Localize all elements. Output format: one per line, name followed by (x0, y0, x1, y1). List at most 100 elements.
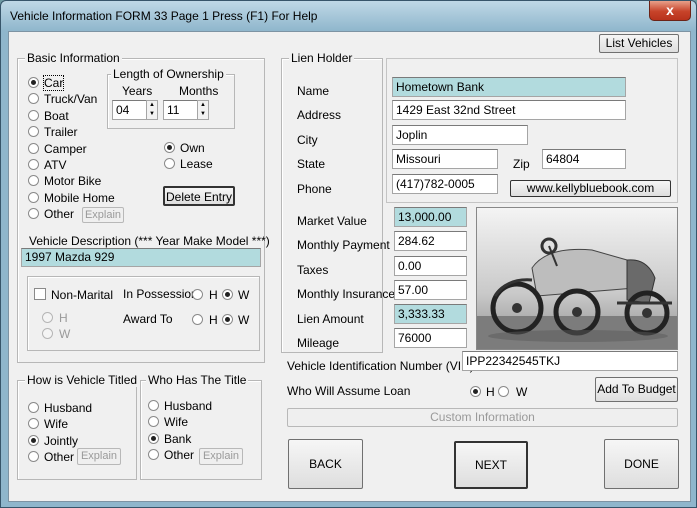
assume-loan-h-radio[interactable] (470, 386, 481, 397)
kelly-blue-book-link-button[interactable]: www.kellybluebook.com (510, 180, 671, 197)
lien-city-input[interactable]: Joplin (392, 125, 528, 145)
non-marital-w-label: W (59, 327, 71, 341)
close-icon: x (666, 2, 674, 18)
assume-loan-w-label: W (516, 385, 528, 399)
holder-radio-other[interactable] (148, 448, 159, 460)
taxes-input[interactable]: 0.00 (394, 256, 467, 276)
lien-amount-input[interactable]: 3,333.33 (394, 304, 467, 324)
title-bar: Vehicle Information FORM 33 Page 1 Press… (1, 1, 697, 31)
lien-phone-input[interactable]: (417)782-0005 (392, 174, 498, 194)
spin-down-icon: ▼ (200, 111, 206, 117)
non-marital-h-radio[interactable] (42, 312, 53, 323)
taxes-label: Taxes (297, 263, 329, 277)
list-vehicles-button[interactable]: List Vehicles (599, 34, 679, 53)
non-marital-checkbox[interactable] (34, 288, 46, 300)
spin-down-icon: ▼ (149, 111, 155, 117)
vehicle-type-radio-mobile-home[interactable] (28, 191, 39, 203)
next-button[interactable]: NEXT (454, 441, 528, 489)
assume-loan-w-radio[interactable] (498, 386, 509, 397)
titled-explain-button[interactable]: Explain (77, 448, 121, 465)
close-button[interactable]: x (649, 1, 691, 21)
basic-information-legend: Basic Information (25, 51, 122, 65)
in-possession-w-radio[interactable] (222, 289, 233, 300)
vehicle-type-label: Car (42, 75, 65, 91)
holder-label: Bank (164, 431, 192, 446)
address-label: Address (297, 108, 342, 122)
vehicle-type-radio-car[interactable] (28, 77, 39, 88)
lien-name-input[interactable]: Hometown Bank (392, 77, 626, 97)
mileage-input[interactable]: 76000 (394, 328, 467, 348)
spin-up-icon: ▲ (149, 102, 155, 108)
titled-label: Wife (44, 417, 68, 432)
lease-label: Lease (180, 157, 213, 171)
titled-label: Other (44, 449, 75, 464)
years-stepper[interactable]: ▲ ▼ (146, 100, 158, 120)
who-has-title-legend: Who Has The Title (146, 373, 249, 387)
lien-state-input[interactable]: Missouri (392, 149, 498, 169)
spin-up-icon: ▲ (200, 102, 206, 108)
how-titled-group (17, 380, 137, 480)
award-to-w-radio[interactable] (222, 314, 233, 325)
own-label: Own (180, 141, 205, 155)
non-marital-w-radio[interactable] (42, 328, 53, 339)
award-to-h-radio[interactable] (192, 314, 203, 325)
app-window: Vehicle Information FORM 33 Page 1 Press… (0, 0, 697, 508)
award-to-label: Award To (123, 312, 173, 326)
holder-explain-button[interactable]: Explain (199, 448, 243, 465)
vin-label: Vehicle Identification Number (VIN) (287, 359, 474, 373)
lien-address-input[interactable]: 1429 East 32nd Street (392, 100, 626, 120)
lien-amount-label: Lien Amount (297, 312, 364, 326)
titled-radio-jointly[interactable] (28, 434, 39, 446)
titled-radio-husband[interactable] (28, 402, 39, 413)
vehicle-description-input[interactable]: 1997 Mazda 929 (21, 248, 261, 267)
vehicle-type-label: Motor Bike (44, 174, 102, 189)
done-button[interactable]: DONE (604, 439, 679, 489)
assume-loan-h-label: H (486, 385, 495, 399)
lien-zip-input[interactable]: 64804 (542, 149, 626, 169)
own-radio[interactable] (164, 142, 175, 153)
form-body: List Vehicles Basic Information Explain … (8, 31, 691, 502)
years-input[interactable]: 04 (112, 100, 147, 120)
phone-label: Phone (297, 182, 332, 196)
vehicle-type-radio-camper[interactable] (28, 142, 39, 154)
state-label: State (297, 157, 326, 171)
custom-information-button[interactable]: Custom Information (287, 408, 678, 427)
titled-radio-other[interactable] (28, 450, 39, 462)
other-type-explain-button[interactable]: Explain (82, 207, 124, 223)
vehicle-type-radio-atv[interactable] (28, 159, 39, 170)
market-value-input[interactable]: 13,000.00 (394, 207, 467, 227)
city-label: City (297, 133, 318, 147)
in-possession-h-label: H (209, 288, 218, 302)
vehicle-type-label: Trailer (44, 125, 78, 140)
delete-entry-button[interactable]: Delete Entry (163, 186, 235, 206)
vehicle-type-radio-boat[interactable] (28, 109, 39, 121)
monthly-insurance-input[interactable]: 57.00 (394, 280, 467, 300)
zip-label: Zip (513, 157, 530, 171)
vin-input[interactable]: IPP22342545TKJ (462, 351, 678, 371)
add-to-budget-button[interactable]: Add To Budget (595, 377, 678, 402)
length-of-ownership-legend: Length of Ownership (111, 67, 226, 81)
vehicle-type-label: Camper (44, 141, 87, 156)
back-button[interactable]: BACK (288, 439, 363, 489)
who-has-title-group (140, 380, 262, 480)
months-input[interactable]: 11 (163, 100, 198, 120)
holder-radio-bank[interactable] (148, 432, 159, 444)
award-to-w-label: W (238, 313, 250, 327)
in-possession-h-radio[interactable] (192, 289, 203, 300)
how-titled-legend: How is Vehicle Titled (25, 373, 140, 387)
months-stepper[interactable]: ▲ ▼ (197, 100, 209, 120)
holder-radio-husband[interactable] (148, 400, 159, 411)
years-label: Years (122, 84, 153, 98)
market-value-label: Market Value (297, 214, 367, 228)
holder-label: Wife (164, 415, 188, 430)
assume-loan-label: Who Will Assume Loan (287, 384, 411, 398)
in-possession-w-label: W (238, 288, 250, 302)
vehicle-photo (476, 207, 678, 350)
holder-label: Husband (164, 399, 213, 413)
lease-radio[interactable] (164, 158, 175, 169)
holder-label: Other (164, 447, 195, 462)
monthly-payment-input[interactable]: 284.62 (394, 231, 467, 251)
titled-label: Husband (44, 401, 93, 415)
monthly-payment-label: Monthly Payment (297, 238, 390, 252)
vehicle-type-label: Truck/Van (44, 92, 98, 107)
